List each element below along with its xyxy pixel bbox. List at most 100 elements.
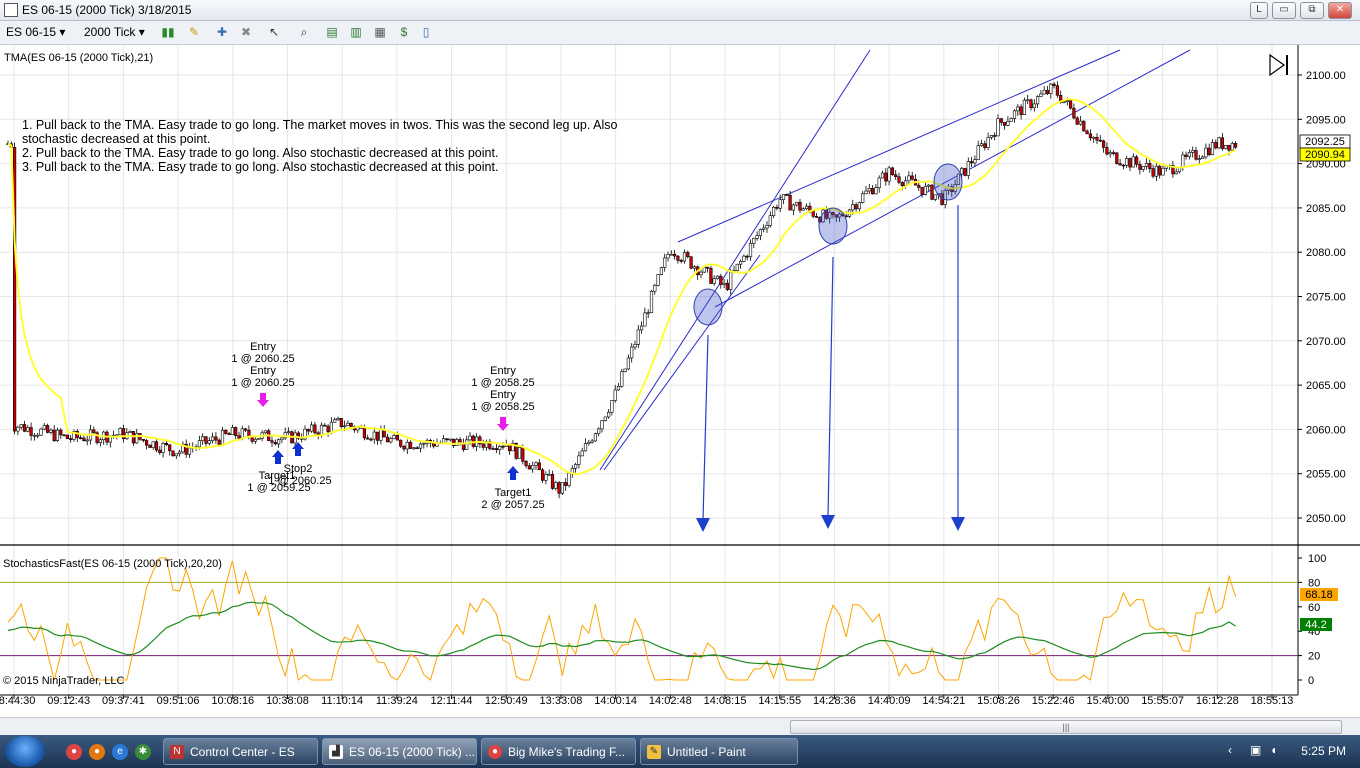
zoom-icon[interactable]: ⌕ [296,24,312,40]
firefox-icon[interactable]: ● [89,744,105,760]
candle-body [930,184,934,200]
bar-style-icon[interactable]: ▮▮ [160,24,176,40]
candle-body [145,440,149,446]
taskbar: ● ● e ✱ N Control Center - ES ▟ ES 06-15… [0,735,1360,768]
candle-body [306,428,310,432]
candle-body [738,261,743,265]
candle-body [293,432,297,444]
candle-body [1016,106,1020,112]
note-line-1: 1. Pull back to the TMA. Easy trade to g… [22,118,617,132]
layout-icon[interactable]: ▯ [418,24,434,40]
instrument-select[interactable]: ES 06-15 ▾ [6,25,65,39]
task-paint[interactable]: ✎ Untitled - Paint [640,738,798,765]
candle-body [540,469,545,481]
candle-body [389,438,393,443]
time-tick-label: 14:00:14 [594,695,637,707]
candle-body [1002,122,1007,126]
candle-body [59,429,63,436]
start-button[interactable] [5,736,45,767]
candle-body [969,161,974,164]
pointer-icon[interactable]: ↖ [266,24,282,40]
chrome-icon: ● [488,745,502,759]
price-tag-tma: 2090.94 [1299,147,1351,162]
candle-body [910,175,914,180]
volume-icon[interactable]: ◖ [1270,743,1277,757]
candle-body [907,175,911,182]
candle-body [573,464,578,469]
help-button[interactable]: L [1250,2,1268,19]
candle-body [1214,142,1218,149]
time-tick-label: 13:33:08 [540,695,583,707]
candle-body [603,416,607,421]
candle-body [917,184,921,188]
properties-icon[interactable]: ▤ [324,24,340,40]
candle-body [174,453,178,457]
strategies-icon[interactable]: ▦ [372,24,388,40]
task-control-center[interactable]: N Control Center - ES [163,738,318,765]
app-icon[interactable] [4,3,18,17]
ie-icon[interactable]: e [112,744,128,760]
candle-body [890,167,894,175]
candle-body [234,427,238,436]
tray-expand-icon[interactable]: ‹ [1228,743,1232,757]
time-tick-label: 15:22:46 [1032,695,1075,707]
candle-body [771,206,776,216]
candle-body [326,425,330,433]
candle-body [1111,152,1116,154]
dollar-icon[interactable]: $ [396,24,412,40]
time-tick-label: 11:39:24 [376,695,418,707]
candle-body [788,194,792,211]
scrollbar-thumb[interactable]: ||| [790,720,1342,734]
candle-body [1085,130,1089,135]
target-price-label: 2 @ 2057.25 [481,499,544,511]
time-axis: 08:44:30 09:12:43 09:37:41 09:51:06 10:08:16… [0,694,1298,707]
candle-body [517,447,522,459]
draw-pencil-icon[interactable]: ✎ [186,24,202,40]
candle-body [639,325,644,331]
tray-clock[interactable]: 5:25 PM [1301,744,1346,758]
candle-body [286,431,291,433]
time-tick-label: 15:55:07 [1141,695,1184,707]
entry-price-label: 1 @ 2060.25 [231,377,294,389]
candle-body [1036,96,1040,105]
task-chart[interactable]: ▟ ES 06-15 (2000 Tick) ... [322,738,477,765]
candle-body [1012,110,1017,119]
network-icon[interactable]: ▣ [1250,743,1261,757]
candle-body [1009,118,1013,122]
candle-body [1151,168,1155,177]
candle-body [62,434,66,437]
minimize-button[interactable]: ▭ [1272,2,1296,19]
candle-body [1006,120,1010,126]
tma-price-tag: 2090.94 [1305,149,1345,161]
entry-label: Entry [490,365,516,377]
horizontal-scrollbar[interactable]: ||| [0,717,1360,735]
candle-body [253,438,258,442]
pin-icon[interactable]: ✚ [214,24,230,40]
ninjatrader-quick-icon[interactable]: ✱ [135,744,151,760]
remove-draw-icon[interactable]: ✖ [238,24,254,40]
candle-body [1088,133,1092,139]
candle-body [672,253,677,257]
candle-body [920,187,924,195]
candle-body [164,443,169,445]
candle-body [1069,100,1073,109]
chart-area[interactable]: 2100.002095.002090.002085.002080.002075.… [0,45,1360,717]
candle-body [560,482,564,494]
maximize-button[interactable]: ⧉ [1300,2,1324,19]
chart-icon: ▟ [329,745,343,759]
candle-body [623,368,627,373]
task-browser[interactable]: ● Big Mike's Trading F... [481,738,636,765]
chrome-icon[interactable]: ● [66,744,82,760]
period-value: 2000 Tick [84,25,136,39]
candle-body [362,427,367,439]
candle-body [128,431,132,433]
candle-body [923,185,927,195]
task-label: Control Center - ES [190,745,295,759]
candle-body [735,263,739,271]
candle-body [900,182,904,186]
period-select[interactable]: 2000 Tick ▾ [84,25,145,39]
candle-body [610,400,614,413]
candle-body [69,438,73,440]
indicators-icon[interactable]: ▥ [348,24,364,40]
close-button[interactable]: ✕ [1328,2,1352,19]
